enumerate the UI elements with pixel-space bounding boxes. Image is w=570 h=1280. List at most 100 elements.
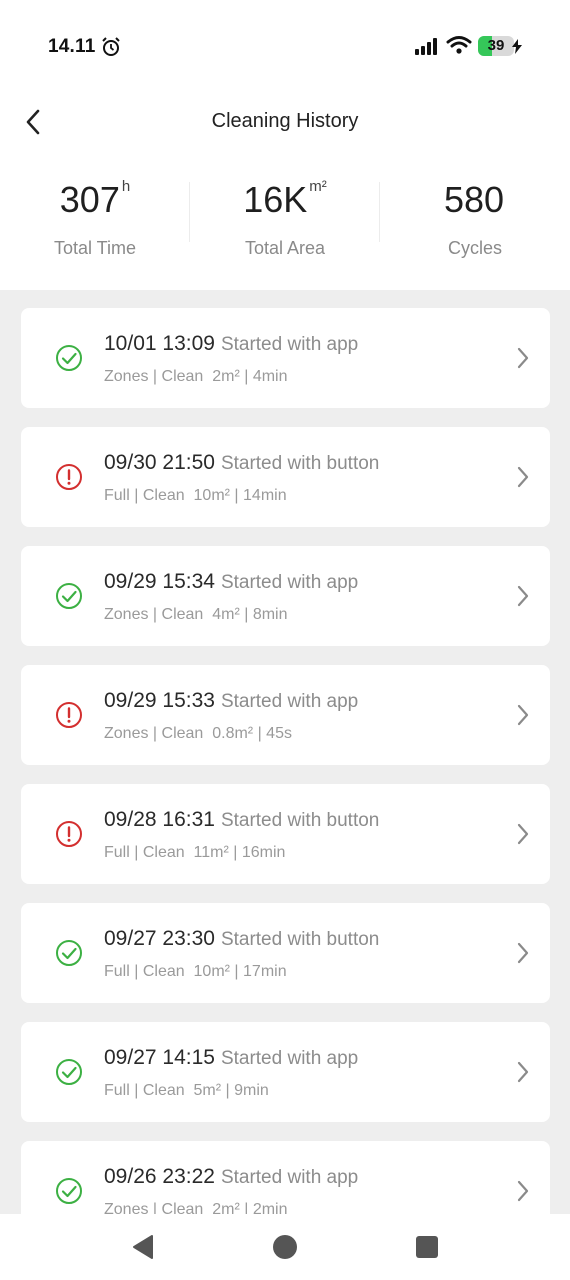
chevron-right-icon [517,466,529,488]
success-check-icon [56,583,82,609]
history-record[interactable]: 09/30 21:50 Started with button Full | Cl… [21,427,550,527]
history-record[interactable]: 09/26 23:22 Started with app Zones | Clea… [21,1141,550,1214]
app-header: Cleaning History [0,92,570,156]
record-area: 0.8m² [212,725,254,742]
record-source: Started with app [220,334,359,355]
stat-cycles: 580 Cycles [380,156,570,290]
history-record[interactable]: 09/29 15:33 Started with app Zones | Clea… [21,665,550,765]
stat-value: 580 [443,179,505,220]
stat-total-area: 16K m² Total Area [190,156,380,290]
record-source: Started with app [220,1167,359,1188]
record-datetime: 09/29 15:33 [104,689,215,712]
record-source: Started with button [220,810,380,831]
error-alert-icon [56,702,82,728]
record-duration: 16min [241,844,286,861]
record-details: Zones | Clean 2m² | 2min [104,1201,288,1214]
history-record[interactable]: 09/27 14:15 Started with app Full | Clean… [21,1022,550,1122]
record-area: 5m² [193,1082,222,1099]
chevron-right-icon [517,704,529,726]
record-mode: Zones | Clean [104,725,204,742]
error-alert-icon [56,821,82,847]
charging-bolt-icon [512,39,522,54]
record-datetime: 09/29 15:34 [104,570,215,593]
record-title: 09/28 16:31 Started with button [104,808,379,832]
record-source: Started with button [220,453,380,474]
record-details: Full | Clean 10m² | 14min [104,487,287,504]
stat-label: Total Area [244,238,326,258]
record-source: Started with app [220,572,359,593]
record-title: 09/29 15:34 Started with app [104,570,358,594]
record-title: 10/01 13:09 Started with app [104,332,358,356]
stat-value: 16K [243,179,308,220]
record-duration: 2min [252,1201,288,1214]
record-mode: Full | Clean [104,1082,185,1099]
record-details: Zones | Clean 4m² | 8min [104,606,288,623]
record-title: 09/29 15:33 Started with app [104,689,358,713]
record-source: Started with app [220,691,359,712]
success-check-icon [56,940,82,966]
success-check-icon [56,345,82,371]
record-details: Full | Clean 11m² | 16min [104,844,286,861]
back-triangle-icon[interactable] [128,1232,158,1262]
system-nav-bar [0,1214,570,1280]
stat-label: Total Time [53,238,137,258]
record-datetime: 10/01 13:09 [104,332,215,355]
record-area: 10m² [193,487,230,504]
record-duration: 8min [252,606,288,623]
record-area: 4m² [212,606,240,623]
chevron-right-icon [517,942,529,964]
signal-icon [415,38,437,55]
record-datetime: 09/27 14:15 [104,1046,215,1069]
success-check-icon [56,1059,82,1085]
chevron-right-icon [517,585,529,607]
page-title: Cleaning History [211,110,359,132]
record-area: 11m² [193,844,229,861]
record-duration: 45s [266,725,292,742]
status-time: 14.11 [48,36,96,57]
recents-square-icon[interactable] [412,1232,442,1262]
record-details: Zones | Clean 0.8m² | 45s [104,725,292,742]
record-mode: Zones | Clean [104,368,204,385]
record-mode: Zones | Clean [104,606,204,623]
record-area: 10m² [193,963,230,980]
battery-level: 39 [487,37,505,54]
record-details: Full | Clean 10m² | 17min [104,963,287,980]
summary-stats: 307 h Total Time 16K m² Total Area 580 C… [0,156,570,290]
record-source: Started with button [220,929,380,950]
record-mode: Full | Clean [104,963,185,980]
record-details: Full | Clean 5m² | 9min [104,1082,269,1099]
battery-icon: 39 [478,36,514,56]
stat-label: Cycles [447,238,502,258]
home-circle-icon[interactable] [270,1232,300,1262]
record-datetime: 09/30 21:50 [104,451,215,474]
history-record[interactable]: 09/27 23:30 Started with button Full | Cl… [21,903,550,1003]
record-title: 09/30 21:50 Started with button [104,451,379,475]
record-mode: Full | Clean [104,487,185,504]
history-record[interactable]: 09/28 16:31 Started with button Full | Cl… [21,784,550,884]
record-details: Zones | Clean 2m² | 4min [104,368,288,385]
stat-value: 307 [59,179,120,220]
chevron-right-icon [517,1061,529,1083]
record-area: 2m² [212,1201,240,1214]
record-title: 09/27 14:15 Started with app [104,1046,358,1070]
record-duration: 4min [252,368,288,385]
history-record[interactable]: 09/29 15:34 Started with app Zones | Clea… [21,546,550,646]
chevron-right-icon [517,823,529,845]
alarm-icon [102,37,120,56]
record-title: 09/27 23:30 Started with button [104,927,379,951]
record-mode: Full | Clean [104,844,185,861]
chevron-right-icon [517,1180,529,1202]
chevron-right-icon [517,347,529,369]
record-source: Started with app [220,1048,359,1069]
stat-unit: m² [309,178,327,195]
record-datetime: 09/26 23:22 [104,1165,215,1188]
wifi-icon [446,36,472,54]
record-datetime: 09/27 23:30 [104,927,215,950]
record-duration: 9min [234,1082,269,1099]
history-record[interactable]: 10/01 13:09 Started with app Zones | Clea… [21,308,550,408]
error-alert-icon [56,464,82,490]
record-mode: Zones | Clean [104,1201,204,1214]
record-title: 09/26 23:22 Started with app [104,1165,358,1189]
history-list[interactable]: 10/01 13:09 Started with app Zones | Clea… [0,290,570,1214]
record-area: 2m² [212,368,240,385]
